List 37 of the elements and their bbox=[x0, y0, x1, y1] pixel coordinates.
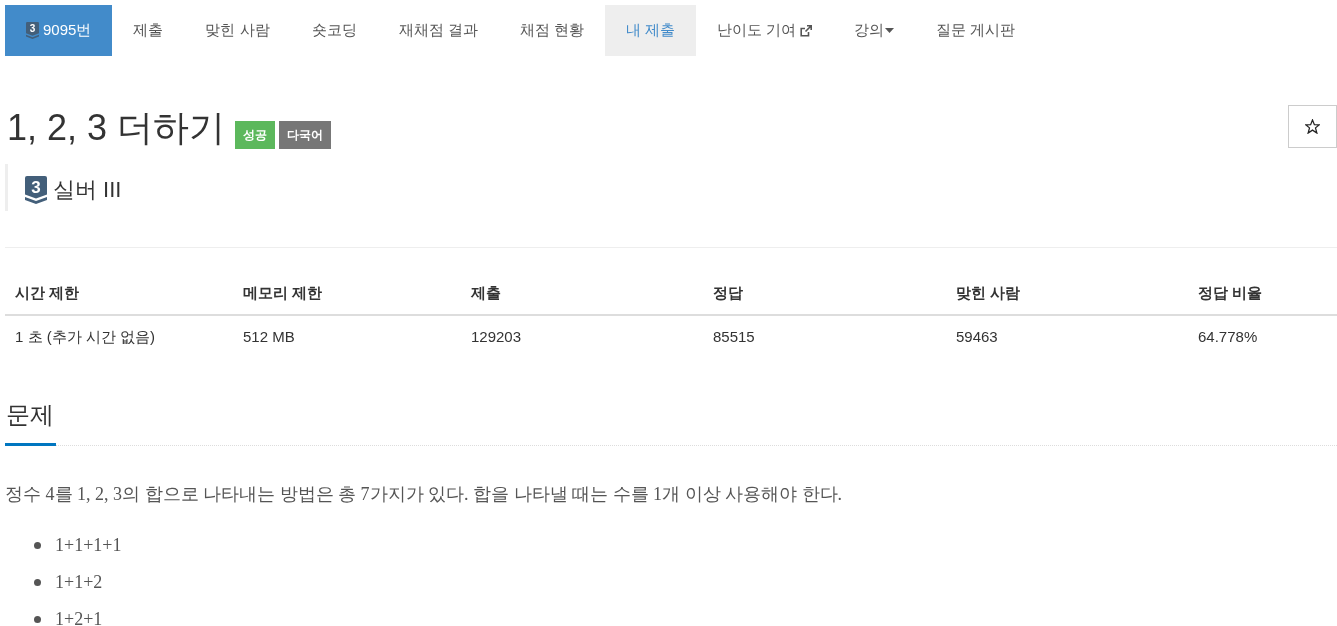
list-item: 1+1+2 bbox=[55, 571, 103, 594]
tier-label: 실버 III bbox=[53, 176, 122, 204]
bullet-icon bbox=[34, 579, 41, 586]
nav-tab[interactable]: 강의 bbox=[833, 5, 916, 56]
table-cell-text: 512 MB bbox=[242, 326, 296, 347]
column-header: 맞힌 사람 bbox=[955, 283, 1022, 304]
status-label: 성공 bbox=[235, 121, 276, 149]
nav-tab[interactable]: 채점 현황 bbox=[498, 5, 605, 56]
nav-tab[interactable]: 3 9095번 bbox=[5, 5, 113, 56]
caret-icon bbox=[885, 28, 895, 33]
nav-tab[interactable]: 난이도 기여 bbox=[696, 5, 834, 56]
favorite-button[interactable] bbox=[1288, 105, 1337, 148]
column-header: 시간 제한 bbox=[14, 283, 81, 304]
table-cell-text: 64.778% bbox=[1197, 326, 1259, 347]
table-cell-text: 59463 bbox=[955, 326, 999, 347]
list-item: 1+1+1+1 bbox=[55, 534, 122, 557]
problem-title: 1, 2, 3 더하기 bbox=[6, 108, 226, 148]
problem-description: 정수 4를 1, 2, 3의 합으로 나타내는 방법은 총 7가지가 있다. 합을 나타낼 때는 수를 1개 이상 사용해야 한다. bbox=[5, 483, 843, 506]
status-label: 다국어 bbox=[279, 121, 332, 149]
nav-tab[interactable]: 제출 bbox=[112, 5, 185, 56]
column-header: 정답 비율 bbox=[1197, 283, 1264, 304]
table-cell-text: 85515 bbox=[712, 326, 756, 347]
nav-tab[interactable]: 맞힌 사람 bbox=[184, 5, 291, 56]
bullet-icon bbox=[34, 616, 41, 623]
column-header: 정답 bbox=[712, 283, 744, 304]
nav-tab[interactable]: 질문 게시판 bbox=[915, 5, 1037, 56]
list-item: 1+2+1 bbox=[55, 608, 103, 626]
tier-badge: 3 bbox=[26, 22, 39, 39]
table-cell-text: 129203 bbox=[470, 326, 523, 347]
section-heading: 문제 bbox=[5, 400, 54, 430]
bullet-icon bbox=[34, 542, 41, 549]
nav-tab[interactable]: 재채점 결과 bbox=[377, 5, 499, 56]
nav-tab[interactable]: 숏코딩 bbox=[290, 5, 378, 56]
column-header: 제출 bbox=[470, 283, 502, 304]
external-link-icon bbox=[800, 24, 813, 37]
column-header: 메모리 제한 bbox=[242, 283, 324, 304]
table-cell-text: 1 초 (추가 시간 없음) bbox=[14, 326, 156, 347]
